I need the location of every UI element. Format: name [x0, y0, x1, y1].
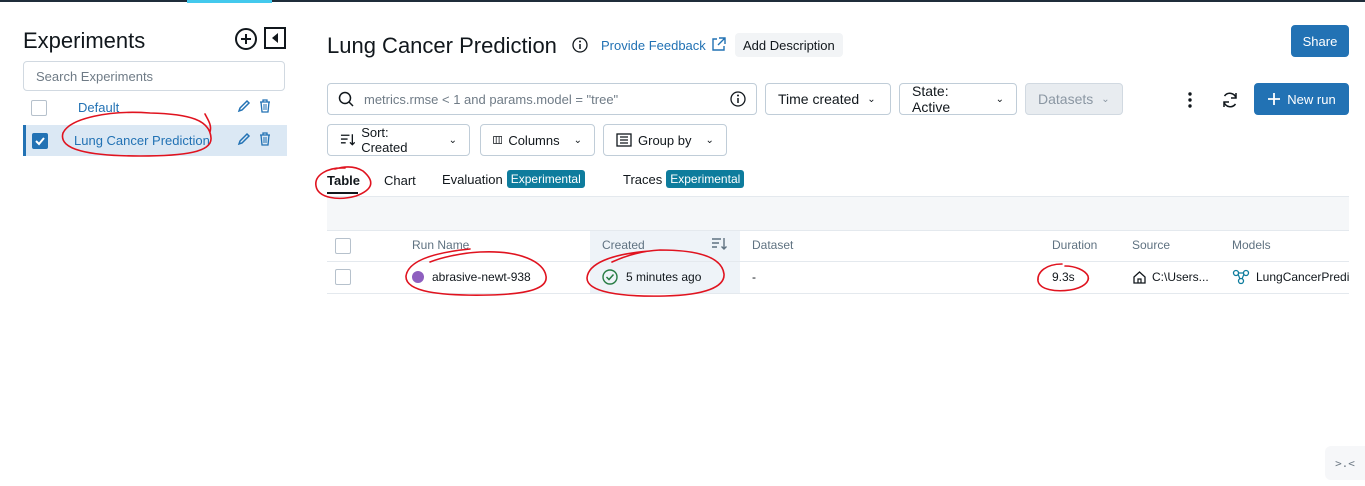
source-value[interactable]: C:\Users... — [1152, 270, 1209, 284]
more-options-icon[interactable] — [1182, 91, 1198, 114]
info-icon[interactable] — [730, 91, 746, 107]
table-divider — [327, 230, 1349, 231]
column-header-source[interactable]: Source — [1132, 238, 1170, 252]
tab-table[interactable]: Table — [327, 173, 360, 188]
state-label: State: Active — [912, 83, 951, 115]
datasets-label: Datasets — [1038, 91, 1094, 107]
column-header-created[interactable]: Created — [602, 238, 645, 252]
columns-label: Columns — [508, 132, 560, 148]
delete-icon[interactable] — [259, 132, 271, 146]
info-icon[interactable] — [572, 37, 588, 58]
tab-evaluation-label: Evaluation — [442, 171, 503, 187]
chevron-down-icon: ⌄ — [1101, 93, 1110, 105]
select-all-checkbox[interactable] — [335, 238, 351, 254]
top-accent — [187, 0, 272, 3]
column-header-run-name[interactable]: Run Name — [412, 238, 469, 252]
sort-label: Sort: Created — [361, 125, 408, 155]
row-checkbox[interactable] — [335, 269, 351, 285]
columns-dropdown[interactable]: Columns ⌄ — [480, 124, 595, 156]
duration-value: 9.3s — [1052, 270, 1075, 284]
group-by-dropdown[interactable]: Group by ⌄ — [603, 124, 727, 156]
add-experiment-icon[interactable] — [234, 27, 258, 51]
sort-icon — [340, 134, 356, 146]
experiment-name[interactable]: Default — [78, 100, 119, 115]
model-link[interactable]: LungCancerPredic — [1256, 270, 1349, 284]
search-placeholder: metrics.rmse < 1 and params.model = "tre… — [364, 91, 619, 107]
column-header-models[interactable]: Models — [1232, 238, 1271, 252]
datasets-dropdown[interactable]: Datasets ⌄ — [1025, 83, 1123, 115]
state-dropdown[interactable]: State: Active ⌄ — [899, 83, 1017, 115]
experiment-search-input[interactable] — [23, 61, 285, 91]
tab-chart[interactable]: Chart — [384, 173, 416, 188]
time-created-label: Time created — [778, 91, 860, 107]
table-toolbar-area — [327, 196, 1349, 231]
delete-icon[interactable] — [259, 99, 271, 113]
experimental-badge: Experimental — [666, 170, 745, 188]
created-value: 5 minutes ago — [626, 270, 702, 284]
column-header-dataset[interactable]: Dataset — [752, 238, 793, 252]
experimental-badge: Experimental — [506, 170, 585, 188]
tab-evaluation[interactable]: Evaluation Experimental — [442, 170, 585, 188]
run-color-dot[interactable] — [412, 271, 424, 283]
external-link-icon[interactable] — [711, 37, 726, 57]
time-created-dropdown[interactable]: Time created ⌄ — [765, 83, 891, 115]
search-icon — [338, 91, 354, 107]
tab-traces-label: Traces — [623, 171, 663, 187]
experiment-checkbox[interactable] — [31, 99, 47, 116]
edit-icon[interactable] — [237, 132, 251, 146]
chevron-down-icon: ⌄ — [705, 134, 714, 146]
tab-traces[interactable]: Traces Experimental — [623, 170, 745, 188]
table-divider — [327, 293, 1349, 294]
experiment-name[interactable]: Lung Cancer Prediction — [74, 133, 210, 148]
home-icon — [1132, 270, 1147, 290]
group-by-icon — [616, 133, 632, 147]
plus-icon — [1268, 93, 1281, 105]
edit-icon[interactable] — [237, 99, 251, 113]
active-tab-indicator — [327, 192, 358, 194]
refresh-icon[interactable] — [1221, 91, 1239, 114]
experiment-checkbox[interactable] — [32, 132, 48, 149]
columns-icon — [493, 136, 503, 144]
chevron-down-icon: ⌄ — [867, 93, 876, 105]
chevron-down-icon: ⌄ — [448, 134, 457, 146]
new-run-label: New run — [1287, 91, 1336, 107]
sidebar-title: Experiments — [23, 28, 146, 53]
experiment-row-default[interactable]: Default — [23, 92, 287, 123]
new-run-button[interactable]: New run — [1254, 83, 1349, 115]
share-button[interactable]: Share — [1291, 25, 1349, 57]
dataset-value: - — [752, 270, 756, 284]
check-icon — [35, 136, 45, 145]
assistant-widget-icon[interactable]: >.< — [1325, 446, 1365, 480]
group-by-label: Group by — [638, 132, 692, 148]
chevron-down-icon: ⌄ — [573, 134, 582, 146]
sort-dropdown[interactable]: Sort: Created ⌄ — [327, 124, 470, 156]
page-title: Lung Cancer Prediction — [327, 33, 557, 58]
runs-search-input[interactable]: metrics.rmse < 1 and params.model = "tre… — [327, 83, 757, 115]
model-icon — [1232, 269, 1250, 290]
experiment-row-lung-cancer[interactable]: Lung Cancer Prediction — [23, 125, 287, 156]
provide-feedback-link[interactable]: Provide Feedback — [601, 38, 706, 53]
add-description-button[interactable]: Add Description — [735, 33, 843, 57]
column-header-duration[interactable]: Duration — [1052, 238, 1097, 252]
chevron-down-icon: ⌄ — [995, 93, 1004, 105]
success-check-icon — [602, 269, 618, 290]
table-divider — [327, 261, 1349, 262]
run-name-link[interactable]: abrasive-newt-938 — [432, 270, 531, 284]
sort-descending-icon[interactable] — [711, 237, 727, 256]
collapse-sidebar-icon[interactable] — [264, 27, 286, 49]
